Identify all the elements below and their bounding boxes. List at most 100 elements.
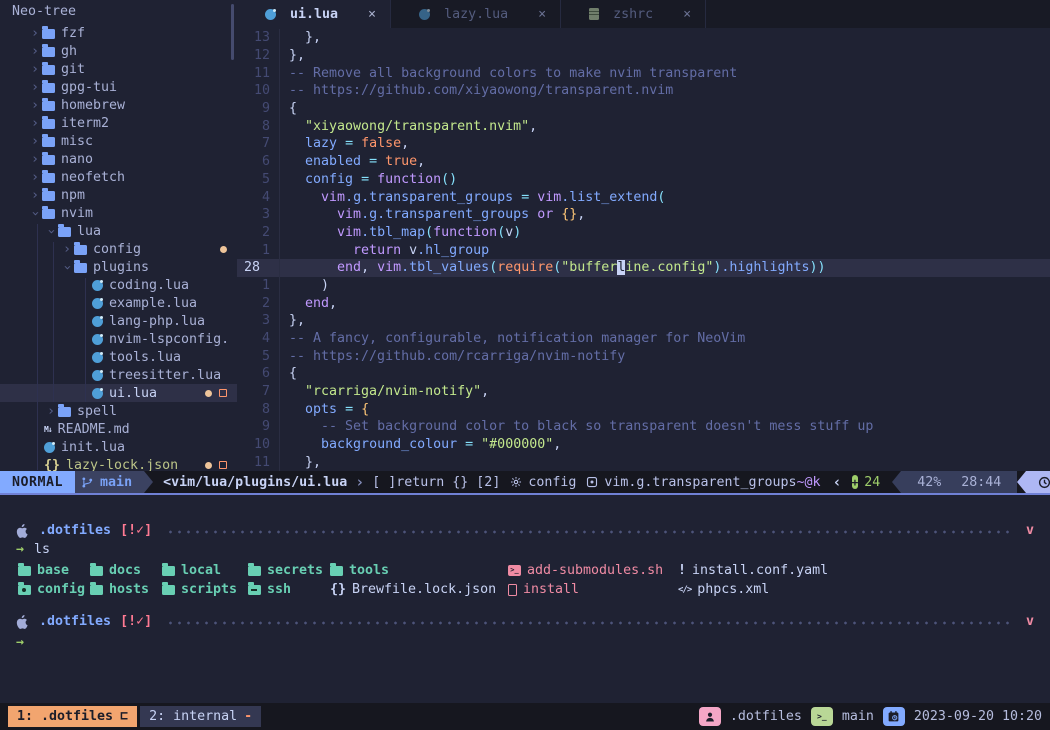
code-area[interactable]: 13 },12},11-- Remove all background colo… xyxy=(237,28,1050,471)
folder-icon xyxy=(42,65,55,75)
tree-item-label: iterm2 xyxy=(61,116,109,131)
tree-item-fzf[interactable]: ›fzf xyxy=(0,24,237,42)
code-line[interactable]: 8 opts = { xyxy=(237,400,1050,418)
config-folder-icon xyxy=(18,585,31,595)
code-line[interactable]: 5 config = function() xyxy=(237,171,1050,189)
tab-zshrc[interactable]: zshrc× xyxy=(561,0,706,28)
tree-item-nvim[interactable]: ›nvim xyxy=(0,204,237,222)
tab-close-icon[interactable]: × xyxy=(683,7,691,22)
folder-icon xyxy=(42,101,55,111)
code-line[interactable]: 3}, xyxy=(237,312,1050,330)
tree-item-homebrew[interactable]: ›homebrew xyxy=(0,96,237,114)
code-line[interactable]: 9 -- Set background color to black so tr… xyxy=(237,418,1050,436)
code-text: return v.hl_group xyxy=(289,243,489,258)
tree-item-label: npm xyxy=(61,188,85,203)
git-branch-icon xyxy=(81,476,94,489)
gutter-separator xyxy=(279,206,280,224)
code-line[interactable]: 10-- https://github.com/xiyaowong/transp… xyxy=(237,82,1050,100)
gutter-separator xyxy=(279,117,280,135)
code-text: end, vim.tbl_values(require("bufferline.… xyxy=(289,260,825,275)
gutter-separator xyxy=(279,135,280,153)
line-number: 5 xyxy=(237,349,270,364)
code-line[interactable]: 6{ xyxy=(237,365,1050,383)
tab-close-icon[interactable]: × xyxy=(368,7,376,22)
tree-item-label: lua xyxy=(77,224,101,239)
folder-icon xyxy=(74,245,87,255)
code-line[interactable]: 2 vim.tbl_map(function(v) xyxy=(237,224,1050,242)
folder-icon xyxy=(42,29,55,39)
code-text: background_colour = "#000000", xyxy=(289,437,561,452)
code-text: opts = { xyxy=(289,402,369,417)
tree-item-lazy-lock-json[interactable]: {}lazy-lock.json xyxy=(0,456,237,471)
tab-close-icon[interactable]: × xyxy=(538,7,546,22)
code-line[interactable]: 1 ) xyxy=(237,277,1050,295)
code-text: -- https://github.com/xiyaowong/transpar… xyxy=(289,83,673,98)
code-line[interactable]: 4 vim.g.transparent_groups = vim.list_ex… xyxy=(237,188,1050,206)
code-line[interactable]: 7 "rcarriga/nvim-notify", xyxy=(237,383,1050,401)
tree-item-config[interactable]: ›config xyxy=(0,240,237,258)
tree-item-readme-md[interactable]: M↓README.md xyxy=(0,420,237,438)
tree-indent-guide xyxy=(37,224,38,470)
tree-item-lang-php-lua[interactable]: lang-php.lua xyxy=(0,312,237,330)
line-number: 7 xyxy=(237,384,270,399)
tree-item-ui-lua[interactable]: ui.lua xyxy=(0,384,237,402)
tree-item-example-lua[interactable]: example.lua xyxy=(0,294,237,312)
tree-item-tools-lua[interactable]: tools.lua xyxy=(0,348,237,366)
tree-item-nano[interactable]: ›nano xyxy=(0,150,237,168)
code-text: vim.tbl_map(function(v) xyxy=(289,225,521,240)
tree-item-iterm2[interactable]: ›iterm2 xyxy=(0,114,237,132)
chevron-right-icon: › xyxy=(28,62,42,77)
tree-item-treesitter-lua[interactable]: treesitter.lua xyxy=(0,366,237,384)
tree-item-gh[interactable]: ›gh xyxy=(0,42,237,60)
code-line[interactable]: 9{ xyxy=(237,100,1050,118)
shell-pane[interactable]: .dotfiles [!✓] v → ls basedocslocalsecre… xyxy=(0,495,1050,703)
gutter-separator xyxy=(279,436,280,454)
code-line[interactable]: 10 background_colour = "#000000", xyxy=(237,436,1050,454)
code-line[interactable]: 7 lazy = false, xyxy=(237,135,1050,153)
folder-icon xyxy=(42,83,55,93)
tree-item-init-lua[interactable]: init.lua xyxy=(0,438,237,456)
tree-item-label: nvim xyxy=(61,206,93,221)
ls-entry-brewfile-lock-json: {}Brewfile.lock.json xyxy=(330,580,496,599)
chevron-down-icon: › xyxy=(44,224,59,238)
git-branch-name: main xyxy=(100,475,132,490)
code-line[interactable]: 11 }, xyxy=(237,454,1050,472)
git-branch-segment[interactable]: main xyxy=(75,471,144,493)
ls-entry-phpcs-xml: </>phpcs.xml xyxy=(678,580,769,599)
code-line[interactable]: 13 }, xyxy=(237,29,1050,47)
scroll-percent: 42% xyxy=(917,475,941,490)
tree-item-lua[interactable]: › lua xyxy=(0,222,237,240)
code-line[interactable]: 12}, xyxy=(237,47,1050,65)
tree-item-plugins[interactable]: ›plugins xyxy=(0,258,237,276)
tree-item-coding-lua[interactable]: coding.lua xyxy=(0,276,237,294)
ls-entry-secrets: secrets xyxy=(248,561,323,580)
tree-item-npm[interactable]: ›npm xyxy=(0,186,237,204)
code-line[interactable]: 2 end, xyxy=(237,294,1050,312)
position-segment: 42% 28:44 xyxy=(901,471,1017,493)
code-line[interactable]: 8 "xiyaowong/transparent.nvim", xyxy=(237,117,1050,135)
code-line[interactable]: 6 enabled = true, xyxy=(237,153,1050,171)
tree-item-neofetch[interactable]: ›neofetch xyxy=(0,168,237,186)
code-line[interactable]: 5-- https://github.com/rcarriga/nvim-not… xyxy=(237,347,1050,365)
command-line[interactable]: → xyxy=(0,633,1050,652)
tree-item-spell[interactable]: ›spell xyxy=(0,402,237,420)
tree-item-gpg-tui[interactable]: ›gpg-tui xyxy=(0,78,237,96)
lua-file-icon xyxy=(92,352,103,363)
neotree-scrollbar[interactable] xyxy=(231,4,234,60)
tree-item-label: gpg-tui xyxy=(61,80,117,95)
code-line[interactable]: 11-- Remove all background colors to mak… xyxy=(237,64,1050,82)
tmux-window--dotfiles[interactable]: 1: .dotfiles⊏ xyxy=(8,706,137,727)
tree-item-nvim-lspconfig-[interactable]: nvim-lspconfig. xyxy=(0,330,237,348)
tree-item-label: example.lua xyxy=(109,296,197,311)
tree-item-git[interactable]: ›git xyxy=(0,60,237,78)
tab-ui-lua[interactable]: ui.lua× xyxy=(237,0,391,28)
tab-lazy-lua[interactable]: lazy.lua× xyxy=(391,0,561,28)
code-line[interactable]: 1 return v.hl_group xyxy=(237,241,1050,259)
tree-item-misc[interactable]: ›misc xyxy=(0,132,237,150)
code-line[interactable]: 3 vim.g.transparent_groups or {}, xyxy=(237,206,1050,224)
tmux-window-internal[interactable]: 2: internal- xyxy=(140,706,261,727)
lua-file-icon xyxy=(265,9,276,20)
code-line-current[interactable]: 28 end, vim.tbl_values(require("bufferli… xyxy=(237,259,1050,277)
code-line[interactable]: 4-- A fancy, configurable, notification … xyxy=(237,330,1050,348)
tree-item-badges xyxy=(220,246,227,253)
